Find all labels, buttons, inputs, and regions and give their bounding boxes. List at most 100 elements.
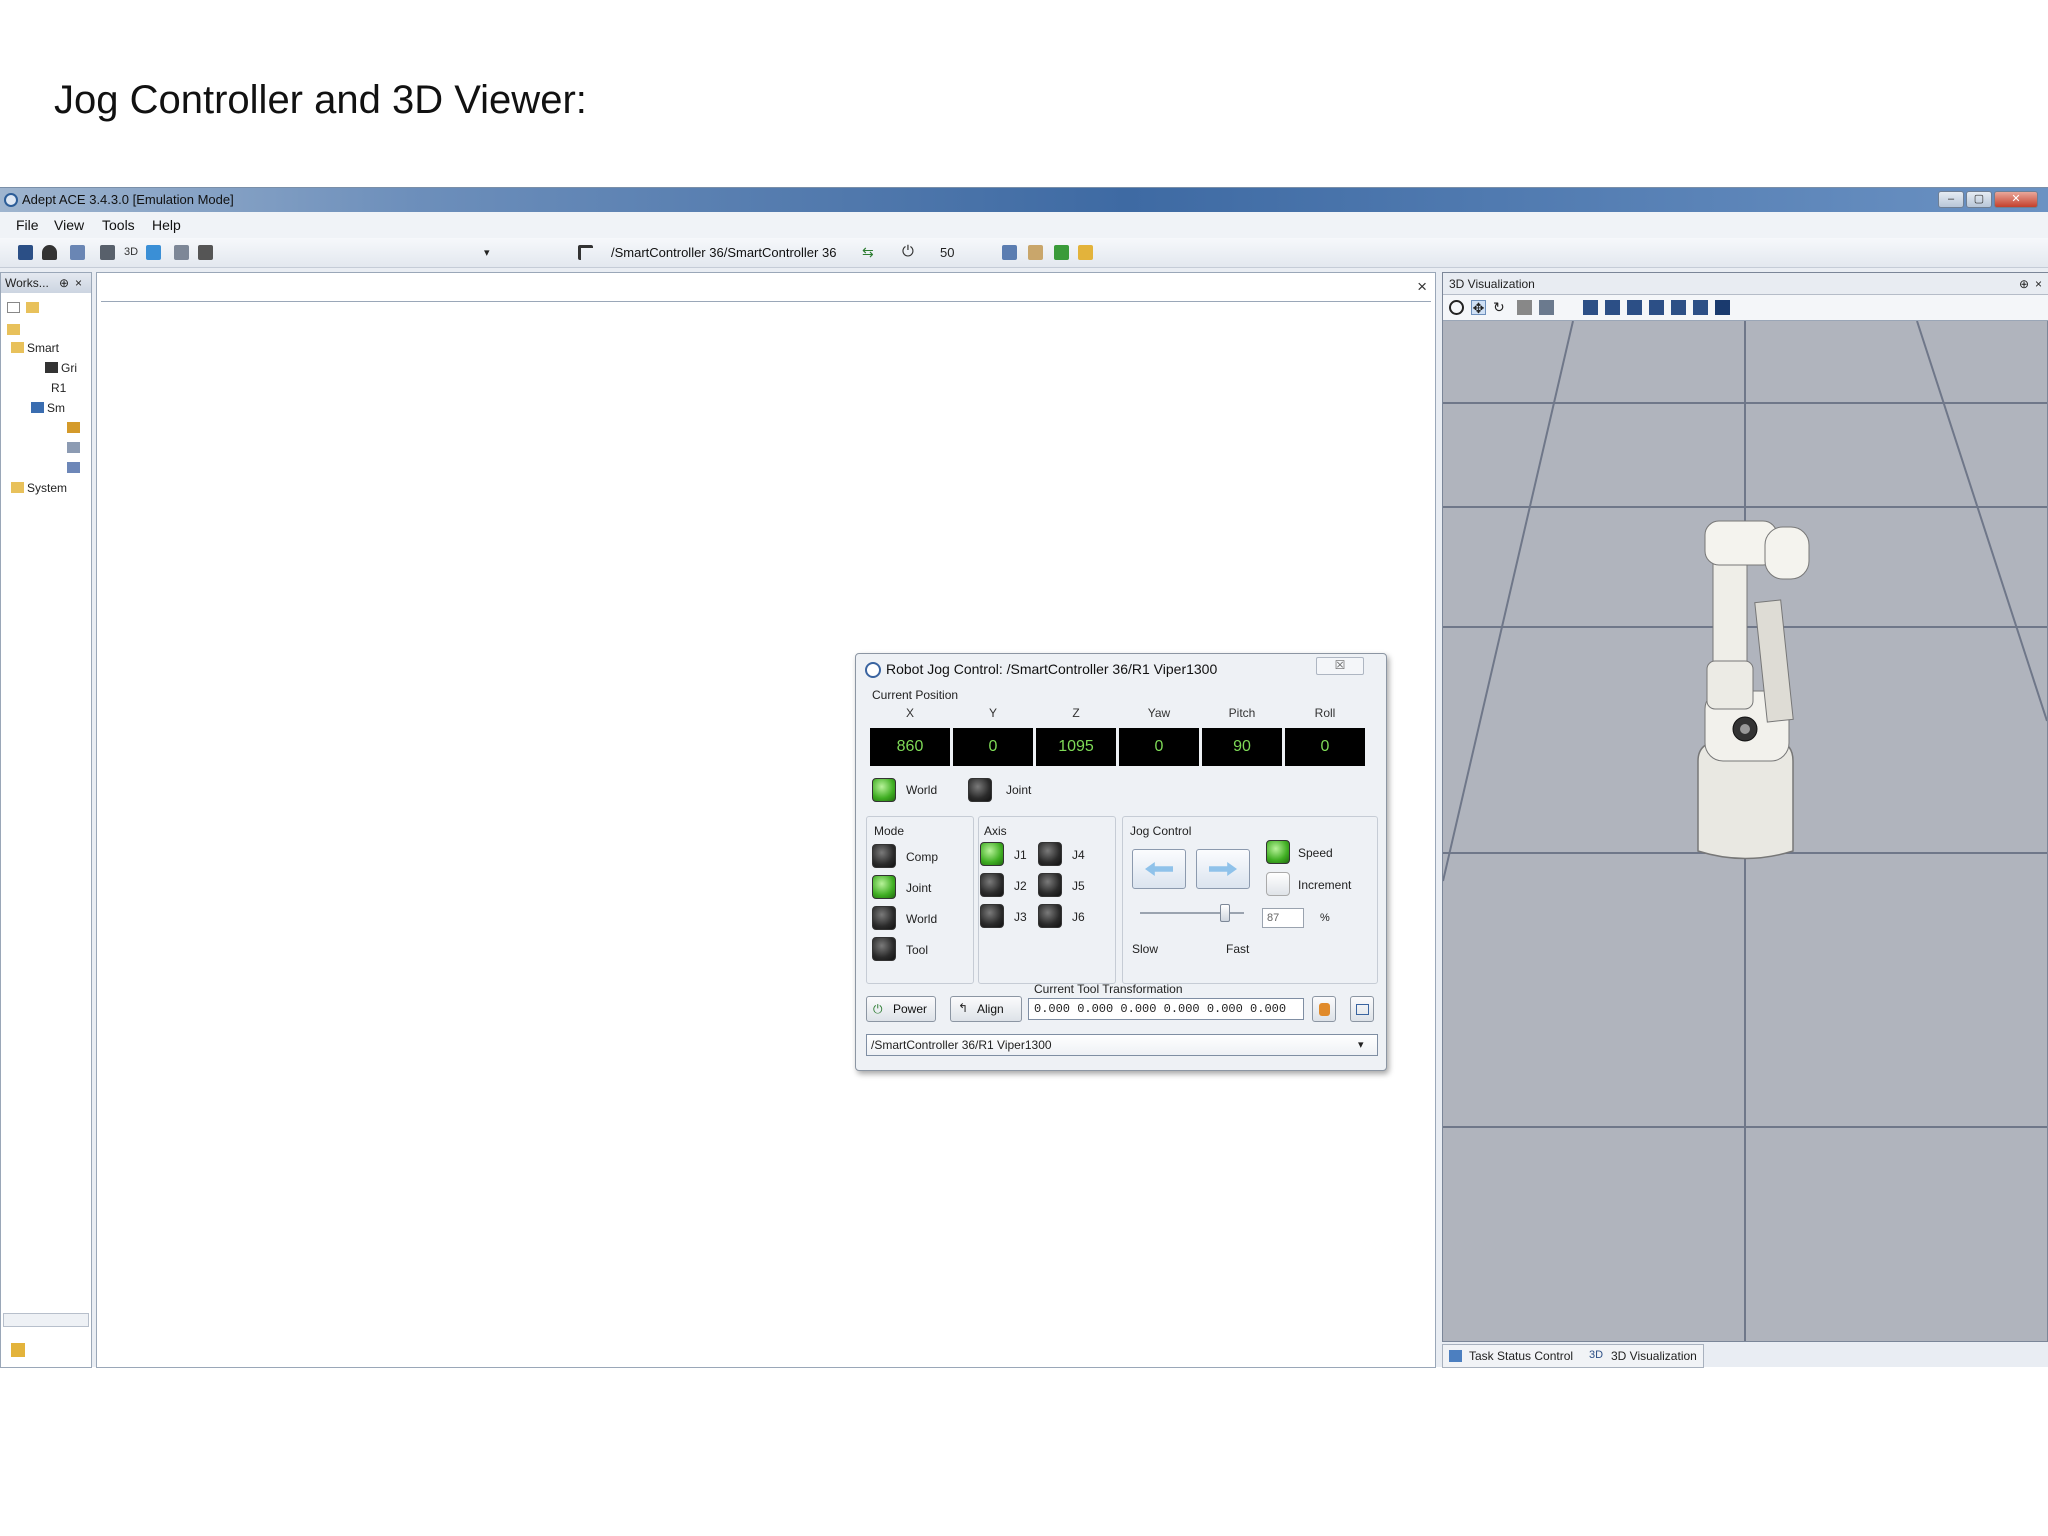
tree-item-system[interactable]: System [11,481,67,495]
tree-item-gripper[interactable]: Gri [45,361,77,375]
viz-header: 3D Visualization ⊕ × [1443,273,2048,295]
tree-item-config[interactable] [67,441,83,455]
world-frame-led[interactable] [872,778,896,802]
tool-button[interactable] [1312,996,1336,1022]
pan-icon[interactable]: ✥ [1471,300,1486,315]
open-icon[interactable] [26,302,40,313]
view-left-icon[interactable] [1627,300,1642,315]
pin-icon[interactable]: ⊕ [59,276,69,290]
new-icon[interactable] [7,302,20,313]
monitor-icon[interactable] [70,245,85,260]
3d-icon[interactable]: 3D [124,246,138,258]
tab-3d-visualization[interactable]: 3D Visualization [1611,1349,1697,1363]
view-back-icon[interactable] [1605,300,1620,315]
monitor-speed[interactable]: 50 [940,245,954,260]
close-document-icon[interactable]: × [1417,277,1427,297]
tree-item-r1[interactable]: R1 [51,381,66,395]
menu-view[interactable]: View [54,217,84,233]
robot-icon[interactable] [198,245,213,260]
controller-icon [31,402,44,413]
power-icon[interactable]: ⏻ [902,243,914,260]
title-bar: Adept ACE 3.4.3.0 [Emulation Mode] – ▢ ✕ [0,188,2048,212]
list-button[interactable] [1350,996,1374,1022]
controller-path[interactable]: /SmartController 36/SmartController 36 [611,245,836,260]
tree-item-controller[interactable]: Sm [31,401,65,415]
save-icon[interactable] [18,245,33,260]
folder-icon[interactable] [1078,245,1093,260]
3d-scene[interactable] [1443,321,2047,1341]
dropdown-arrow-icon[interactable]: ▾ [484,246,490,259]
jog-dialog-title: Robot Jog Control: /SmartController 36/R… [886,661,1218,677]
view-front-icon[interactable] [1583,300,1598,315]
grid-icon[interactable] [100,245,115,260]
doc-icon[interactable] [174,245,189,260]
jog-plus-button[interactable] [1196,849,1250,889]
tree-item-program[interactable] [67,461,83,475]
memory-icon[interactable] [1028,245,1043,260]
mode-tool-led[interactable] [872,937,896,961]
arrow-left-icon [1145,862,1173,876]
speed-mode-led[interactable] [1266,840,1290,864]
connect-icon[interactable] [1002,245,1017,260]
folder-icon [11,342,24,353]
speed-mode-label: Speed [1298,846,1333,860]
view-iso-icon[interactable] [1715,300,1730,315]
view-bottom-icon[interactable] [1693,300,1708,315]
run-icon[interactable] [1054,245,1069,260]
axis-j2-led[interactable] [980,873,1004,897]
pin-icon[interactable]: ⊕ [2019,277,2029,291]
chevron-down-icon[interactable]: ▾ [1358,1038,1364,1051]
current-position-label: Current Position [872,688,959,702]
workspace-scrollbar[interactable] [3,1313,89,1327]
binoculars-icon[interactable] [42,245,57,260]
maximize-button[interactable]: ▢ [1966,191,1992,208]
toolbar: 3D ▾ /SmartController 36/SmartController… [0,238,2048,268]
tree-icon[interactable] [1539,300,1554,315]
tool-transform-field[interactable]: 0.000 0.000 0.000 0.000 0.000 0.000 [1028,998,1304,1020]
axis-j4-led[interactable] [1038,842,1062,866]
lock-icon[interactable] [11,1343,25,1357]
config-icon [67,442,80,453]
view-right-icon[interactable] [1649,300,1664,315]
speed-slider-thumb[interactable] [1220,904,1230,922]
sync-icon[interactable]: ⇆ [862,244,874,261]
close-window-button[interactable]: ✕ [1994,191,2038,208]
mode-world-led[interactable] [872,906,896,930]
speed-percent-input[interactable]: 87 [1262,908,1304,928]
axis-j1-led[interactable] [980,842,1004,866]
menu-file[interactable]: File [16,217,39,233]
tree-root[interactable] [7,323,23,337]
close-icon[interactable]: × [2035,277,2042,291]
menu-help[interactable]: Help [152,217,181,233]
minimize-button[interactable]: – [1938,191,1964,208]
app-window: Adept ACE 3.4.3.0 [Emulation Mode] – ▢ ✕… [0,187,2048,1368]
windows-icon[interactable] [146,245,161,260]
joint-frame-led[interactable] [968,778,992,802]
tree-item-smart[interactable]: Smart [11,341,59,355]
tree-item-module[interactable] [67,421,83,435]
position-y: 0 [953,728,1033,766]
axis-label-x: X [905,706,914,720]
robot-select[interactable]: /SmartController 36/R1 Viper1300 [866,1034,1378,1056]
refresh-icon[interactable] [1517,300,1532,315]
zoom-icon[interactable] [1449,300,1464,315]
increment-mode-led[interactable] [1266,872,1290,896]
slide-title: Jog Controller and 3D Viewer: [54,78,587,122]
position-roll: 0 [1285,728,1365,766]
menu-tools[interactable]: Tools [102,217,135,233]
axis-j3-led[interactable] [980,904,1004,928]
mode-comp-label: Comp [906,850,939,864]
view-top-icon[interactable] [1671,300,1686,315]
axis-j5-led[interactable] [1038,873,1062,897]
rotate-icon[interactable]: ↻ [1493,300,1508,315]
axis-j4-label: J4 [1072,848,1085,862]
mode-comp-led[interactable] [872,844,896,868]
axis-j6-led[interactable] [1038,904,1062,928]
close-icon[interactable]: × [75,276,82,290]
jog-minus-button[interactable] [1132,849,1186,889]
folder-icon [7,324,20,335]
home-icon[interactable] [578,245,593,260]
jog-close-button[interactable]: ☒ [1316,657,1364,675]
tab-task-status[interactable]: Task Status Control [1469,1349,1573,1363]
mode-joint-led[interactable] [872,875,896,899]
